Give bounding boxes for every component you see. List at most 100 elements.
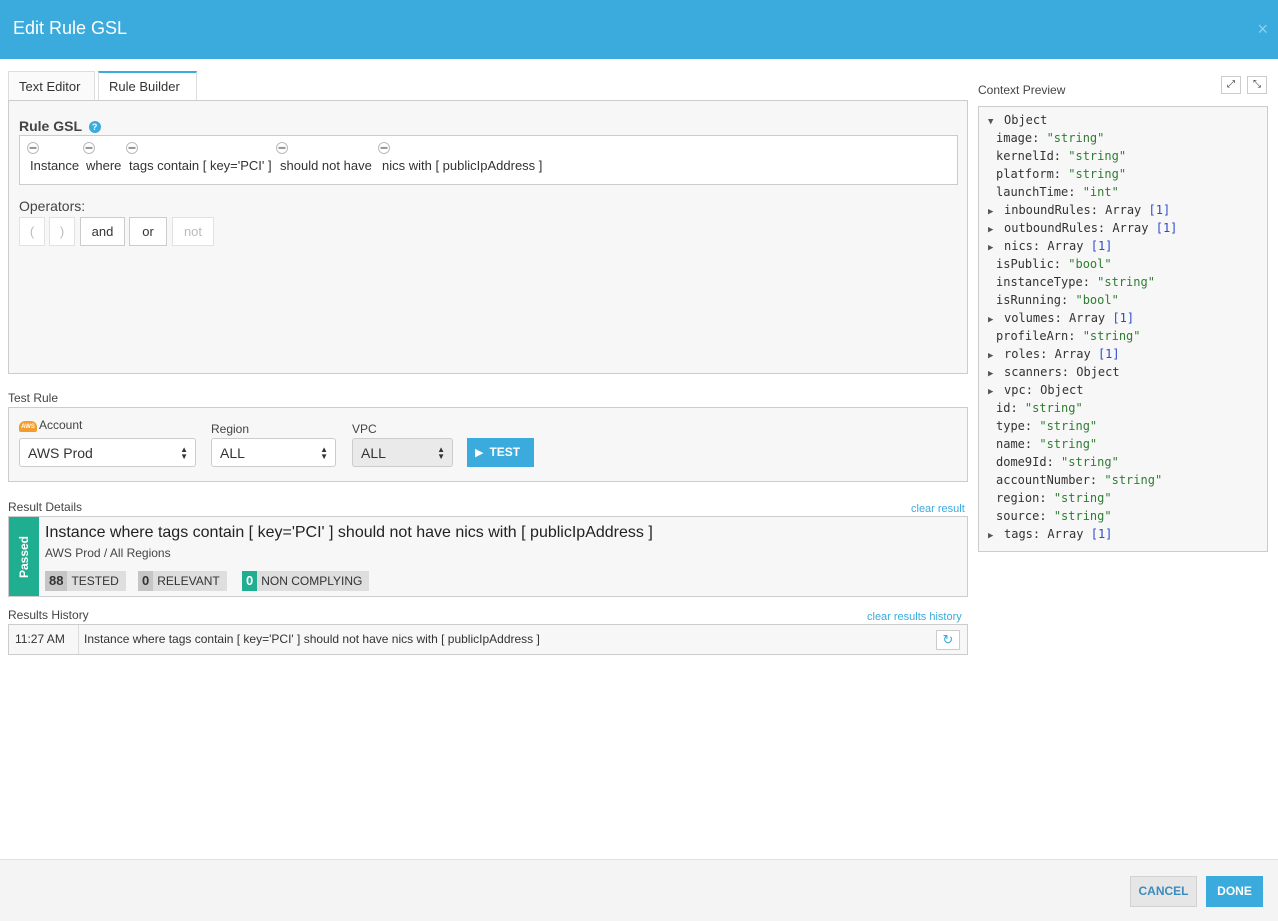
table-row[interactable]: 11:27 AM Instance where tags contain [ k… <box>8 624 968 655</box>
tree-field-value: "string" <box>1039 419 1098 433</box>
operator-not[interactable]: not <box>172 217 214 246</box>
gsl-token[interactable]: nics with [ publicIpAddress ] <box>382 158 542 173</box>
trash-icon[interactable]: ▬ <box>126 142 138 154</box>
tree-field: image: "string" <box>996 131 1105 145</box>
tree-field[interactable]: ▶ outboundRules: Array [1] <box>988 219 1177 237</box>
region-select[interactable]: ALL ▲ ▼ <box>211 438 336 467</box>
history-rule: Instance where tags contain [ key='PCI' … <box>84 632 540 646</box>
account-select[interactable]: AWS Prod ▲ ▼ <box>19 438 196 467</box>
tree-field-key: volumes <box>1004 311 1055 325</box>
done-button[interactable]: DONE <box>1206 876 1263 907</box>
tree-field: type: "string" <box>996 419 1098 433</box>
tree-field-value: "string" <box>1104 473 1163 487</box>
tree-field-key: image <box>996 131 1033 145</box>
tree-field: kernelId: "string" <box>996 149 1127 163</box>
tree-field-value: "string" <box>1068 167 1127 181</box>
tree-field-key: scanners <box>1004 365 1062 379</box>
tree-field-key: kernelId <box>996 149 1054 163</box>
context-preview-label: Context Preview <box>978 83 1066 97</box>
tree-field-value: "string" <box>1097 275 1155 289</box>
help-icon[interactable]: ? <box>88 121 101 133</box>
aws-icon: AWS <box>19 421 37 432</box>
gsl-token[interactable]: tags contain [ key='PCI' ] <box>129 158 272 173</box>
select-arrows-icon: ▲ ▼ <box>437 445 445 461</box>
tree-field: name: "string" <box>996 437 1098 451</box>
tree-field-value: Array <box>1105 203 1142 217</box>
tree-field: isPublic: "bool" <box>996 257 1112 271</box>
cancel-button[interactable]: CANCEL <box>1130 876 1197 907</box>
tree-field-key: vpc <box>1004 383 1026 397</box>
tree-field[interactable]: ▶ vpc: Object <box>988 381 1177 399</box>
dialog-header: Edit Rule GSL × <box>0 0 1278 59</box>
operator-and[interactable]: and <box>80 217 125 246</box>
vpc-select[interactable]: ALL ▲ ▼ <box>352 438 453 467</box>
tree-field: isRunning: "bool" <box>996 293 1119 307</box>
trash-icon[interactable]: ▬ <box>276 142 288 154</box>
tree-field-key: tags <box>1004 527 1033 541</box>
tree-field-value: Array <box>1047 239 1084 253</box>
operator-or[interactable]: or <box>129 217 167 246</box>
tree-field: launchTime: "int" <box>996 185 1119 199</box>
tab-text-editor[interactable]: Text Editor <box>8 71 95 101</box>
tree-field-key: platform <box>996 167 1054 181</box>
test-button-label: TEST <box>489 445 521 459</box>
tree-field[interactable]: ▶ tags: Array [1] <box>988 525 1177 543</box>
test-rule-panel: AWS Account AWS Prod ▲ ▼ Region ALL ▲ ▼ VPC… <box>8 407 968 482</box>
tree-field[interactable]: ▶ volumes: Array [1] <box>988 309 1177 327</box>
tree-field-key: outboundRules <box>1004 221 1098 235</box>
expand-icon[interactable]: ⤢ <box>1221 76 1241 94</box>
close-icon[interactable]: × <box>1257 20 1268 38</box>
trash-icon[interactable]: ▬ <box>378 142 390 154</box>
test-button[interactable]: ▶ TEST <box>467 438 534 467</box>
tree-field-key: isRunning <box>996 293 1062 307</box>
account-label-text: Account <box>39 418 83 432</box>
tree-field-value: Object <box>1076 365 1120 379</box>
tree-field: accountNumber: "string" <box>996 473 1163 487</box>
tree-field[interactable]: ▶ nics: Array [1] <box>988 237 1177 255</box>
tree-field[interactable]: ▶ scanners: Object <box>988 363 1177 381</box>
history-time: 11:27 AM <box>9 625 79 654</box>
operator-open-paren[interactable]: ( <box>19 217 45 246</box>
tab-rule-builder[interactable]: Rule Builder <box>98 71 197 101</box>
stat-relevant: 0 RELEVANT <box>138 571 227 591</box>
tree-field-key: profileArn <box>996 329 1069 343</box>
tree-field-key: inboundRules <box>1004 203 1091 217</box>
tree-field-value: "int" <box>1082 185 1119 199</box>
tree-field-value: "bool" <box>1075 293 1119 307</box>
context-tree: ▼ Object image: "string" kernelId: "string… <box>988 111 1177 543</box>
gsl-token[interactable]: Instance <box>30 158 79 173</box>
account-label: AWS Account <box>19 418 82 432</box>
tree-field: instanceType: "string" <box>996 275 1155 289</box>
rule-builder-panel: Rule GSL ? ▬ ▬ ▬ ▬ ▬ Instance where tags… <box>8 100 968 374</box>
region-select-value: ALL <box>220 445 245 461</box>
vpc-select-value: ALL <box>361 445 386 461</box>
collapse-icon[interactable]: ⤡ <box>1247 76 1267 94</box>
tree-field-key: isPublic <box>996 257 1054 271</box>
stat-tested: 88 TESTED <box>45 571 126 591</box>
select-arrows-icon: ▲ ▼ <box>180 445 188 461</box>
tree-field: profileArn: "string" <box>996 329 1141 343</box>
result-details-panel: Passed Instance where tags contain [ key… <box>8 516 968 597</box>
tree-field[interactable]: ▶ roles: Array [1] <box>988 345 1177 363</box>
rule-gsl-expression: ▬ ▬ ▬ ▬ ▬ Instance where tags contain [ … <box>19 135 958 185</box>
tree-field-value: Object <box>1040 383 1084 397</box>
tree-field: platform: "string" <box>996 167 1127 181</box>
tree-field-key: accountNumber <box>996 473 1090 487</box>
operator-close-paren[interactable]: ) <box>49 217 75 246</box>
trash-icon[interactable]: ▬ <box>83 142 95 154</box>
tree-field-count: [1] <box>1090 527 1113 541</box>
tree-field-key: type <box>996 419 1025 433</box>
gsl-token[interactable]: should not have <box>280 158 372 173</box>
gsl-token[interactable]: where <box>86 158 121 173</box>
tree-field-key: dome9Id <box>996 455 1047 469</box>
tree-field-key: source <box>996 509 1040 523</box>
clear-results-history-link[interactable]: clear results history <box>867 611 962 623</box>
clear-result-link[interactable]: clear result <box>911 503 965 515</box>
tree-root-label: Object <box>1004 113 1048 127</box>
tree-root[interactable]: ▼ Object <box>988 111 1177 129</box>
refresh-icon[interactable]: ↻ <box>936 630 960 650</box>
trash-icon[interactable]: ▬ <box>27 142 39 154</box>
context-preview-panel: ▼ Object image: "string" kernelId: "string… <box>978 106 1268 552</box>
tree-field[interactable]: ▶ inboundRules: Array [1] <box>988 201 1177 219</box>
tree-field-value: "string" <box>1024 401 1083 415</box>
